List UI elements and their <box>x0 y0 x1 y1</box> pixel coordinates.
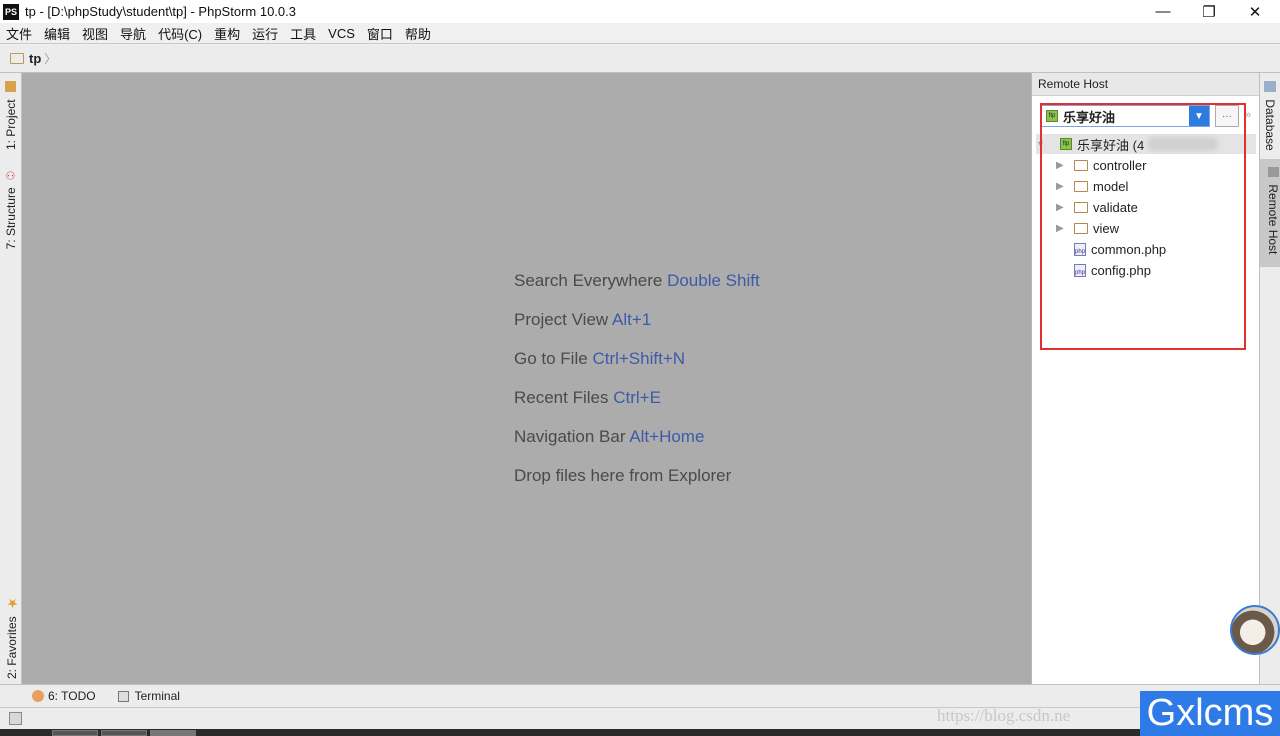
remote-host-title: Remote Host <box>1038 77 1109 91</box>
structure-icon: ⚇ <box>5 168 17 181</box>
taskbar-item[interactable] <box>52 730 98 736</box>
watermark-url: https://blog.csdn.ne <box>937 706 1071 725</box>
hint-text: Navigation Bar <box>514 427 626 446</box>
breadcrumb-chevron-icon: 〉 <box>44 52 57 66</box>
tab-todo[interactable]: 6: TODO <box>32 689 96 703</box>
floating-avatar[interactable] <box>1230 605 1280 655</box>
menu-file[interactable]: 文件 <box>0 24 38 43</box>
hint-shortcut: Alt+Home <box>629 427 705 446</box>
status-bar <box>0 707 1280 729</box>
hint-text: Project View <box>514 310 609 329</box>
todo-tab-label: 6: TODO <box>48 689 96 703</box>
minimize-button[interactable]: — <box>1140 0 1186 23</box>
right-tool-strip: Database Remote Host <box>1259 73 1280 684</box>
os-taskbar <box>0 729 1280 736</box>
menu-refactor[interactable]: 重构 <box>208 24 246 43</box>
hint-text: Search Everywhere <box>514 271 663 290</box>
hint-text: Recent Files <box>514 388 609 407</box>
remote-host-icon <box>1267 167 1279 177</box>
breadcrumb-tp[interactable]: tp <box>29 51 41 66</box>
menu-window[interactable]: 窗口 <box>361 24 399 43</box>
database-tab-label: Database <box>1263 99 1277 151</box>
tab-terminal[interactable]: Terminal <box>117 689 180 703</box>
menu-bar: 文件 编辑 视图 导航 代码(C) 重构 运行 工具 VCS 窗口 帮助 <box>0 23 1280 44</box>
remote-host-header: Remote Host ⚙▾ →| <box>1032 73 1259 96</box>
phpstorm-app-icon: PS <box>3 3 19 20</box>
close-button[interactable]: ✕ <box>1232 0 1278 23</box>
menu-navigate[interactable]: 导航 <box>114 24 152 43</box>
remote-host-tab-label: Remote Host <box>1266 184 1280 255</box>
title-bar: PS tp - [D:\phpStudy\student\tp] - PhpSt… <box>0 0 1280 23</box>
hint-shortcut: Ctrl+Shift+N <box>592 349 686 368</box>
hint-shortcut: Alt+1 <box>611 310 652 329</box>
hint-shortcut: Ctrl+E <box>613 388 661 407</box>
tab-database[interactable]: Database <box>1263 81 1277 151</box>
hint-text: Drop files here from Explorer <box>514 466 732 485</box>
highlight-annotation-box <box>1040 103 1246 350</box>
toggle-tool-windows-icon[interactable] <box>9 712 22 725</box>
hint-search-everywhere: Search Everywhere Double Shift <box>514 271 760 291</box>
editor-area[interactable] <box>22 73 1031 684</box>
hint-go-to-file: Go to File Ctrl+Shift+N <box>514 349 685 369</box>
todo-icon <box>32 690 44 702</box>
menu-vcs[interactable]: VCS <box>322 26 361 41</box>
taskbar-item[interactable] <box>101 730 147 736</box>
structure-tab-label: 7: Structure <box>4 187 18 250</box>
project-tab-label: 1: Project <box>4 99 18 151</box>
tab-favorites[interactable]: 2: Favorites ★ <box>4 595 19 679</box>
menu-code[interactable]: 代码(C) <box>152 24 208 43</box>
hint-project-view: Project View Alt+1 <box>514 310 651 330</box>
project-icon <box>5 81 17 92</box>
hint-drop-files: Drop files here from Explorer <box>514 466 731 486</box>
star-icon: ★ <box>4 595 19 610</box>
hint-shortcut: Double Shift <box>667 271 760 290</box>
menu-run[interactable]: 运行 <box>246 24 284 43</box>
menu-tools[interactable]: 工具 <box>284 24 322 43</box>
watermark-brand: Gxlcms <box>1140 691 1280 736</box>
favorites-tab-label: 2: Favorites <box>5 616 19 680</box>
tab-structure[interactable]: 7: Structure ⚇ <box>4 168 18 249</box>
hint-recent-files: Recent Files Ctrl+E <box>514 388 661 408</box>
left-tool-strip: 1: Project 7: Structure ⚇ 2: Favorites ★ <box>0 73 22 684</box>
navigation-bar: tp 〉 ▾ ▶ ✹ ▩ ⊘ ⚲ <box>0 45 1280 113</box>
window-title: tp - [D:\phpStudy\student\tp] - PhpStorm… <box>25 4 296 19</box>
taskbar-item[interactable] <box>150 730 196 736</box>
terminal-icon <box>117 690 129 702</box>
menu-help[interactable]: 帮助 <box>399 24 437 43</box>
hint-navigation-bar: Navigation Bar Alt+Home <box>514 427 704 447</box>
bottom-tool-strip: 6: TODO Terminal <box>0 684 1280 707</box>
restore-button[interactable]: ❐ <box>1186 0 1232 23</box>
terminal-tab-label: Terminal <box>134 689 180 703</box>
hint-text: Go to File <box>514 349 588 368</box>
menu-view[interactable]: 视图 <box>76 24 114 43</box>
tab-project[interactable]: 1: Project <box>4 81 18 150</box>
menu-edit[interactable]: 编辑 <box>38 24 76 43</box>
tab-remote-host[interactable]: Remote Host <box>1260 159 1280 267</box>
folder-icon <box>10 53 24 64</box>
database-icon <box>1264 81 1276 92</box>
